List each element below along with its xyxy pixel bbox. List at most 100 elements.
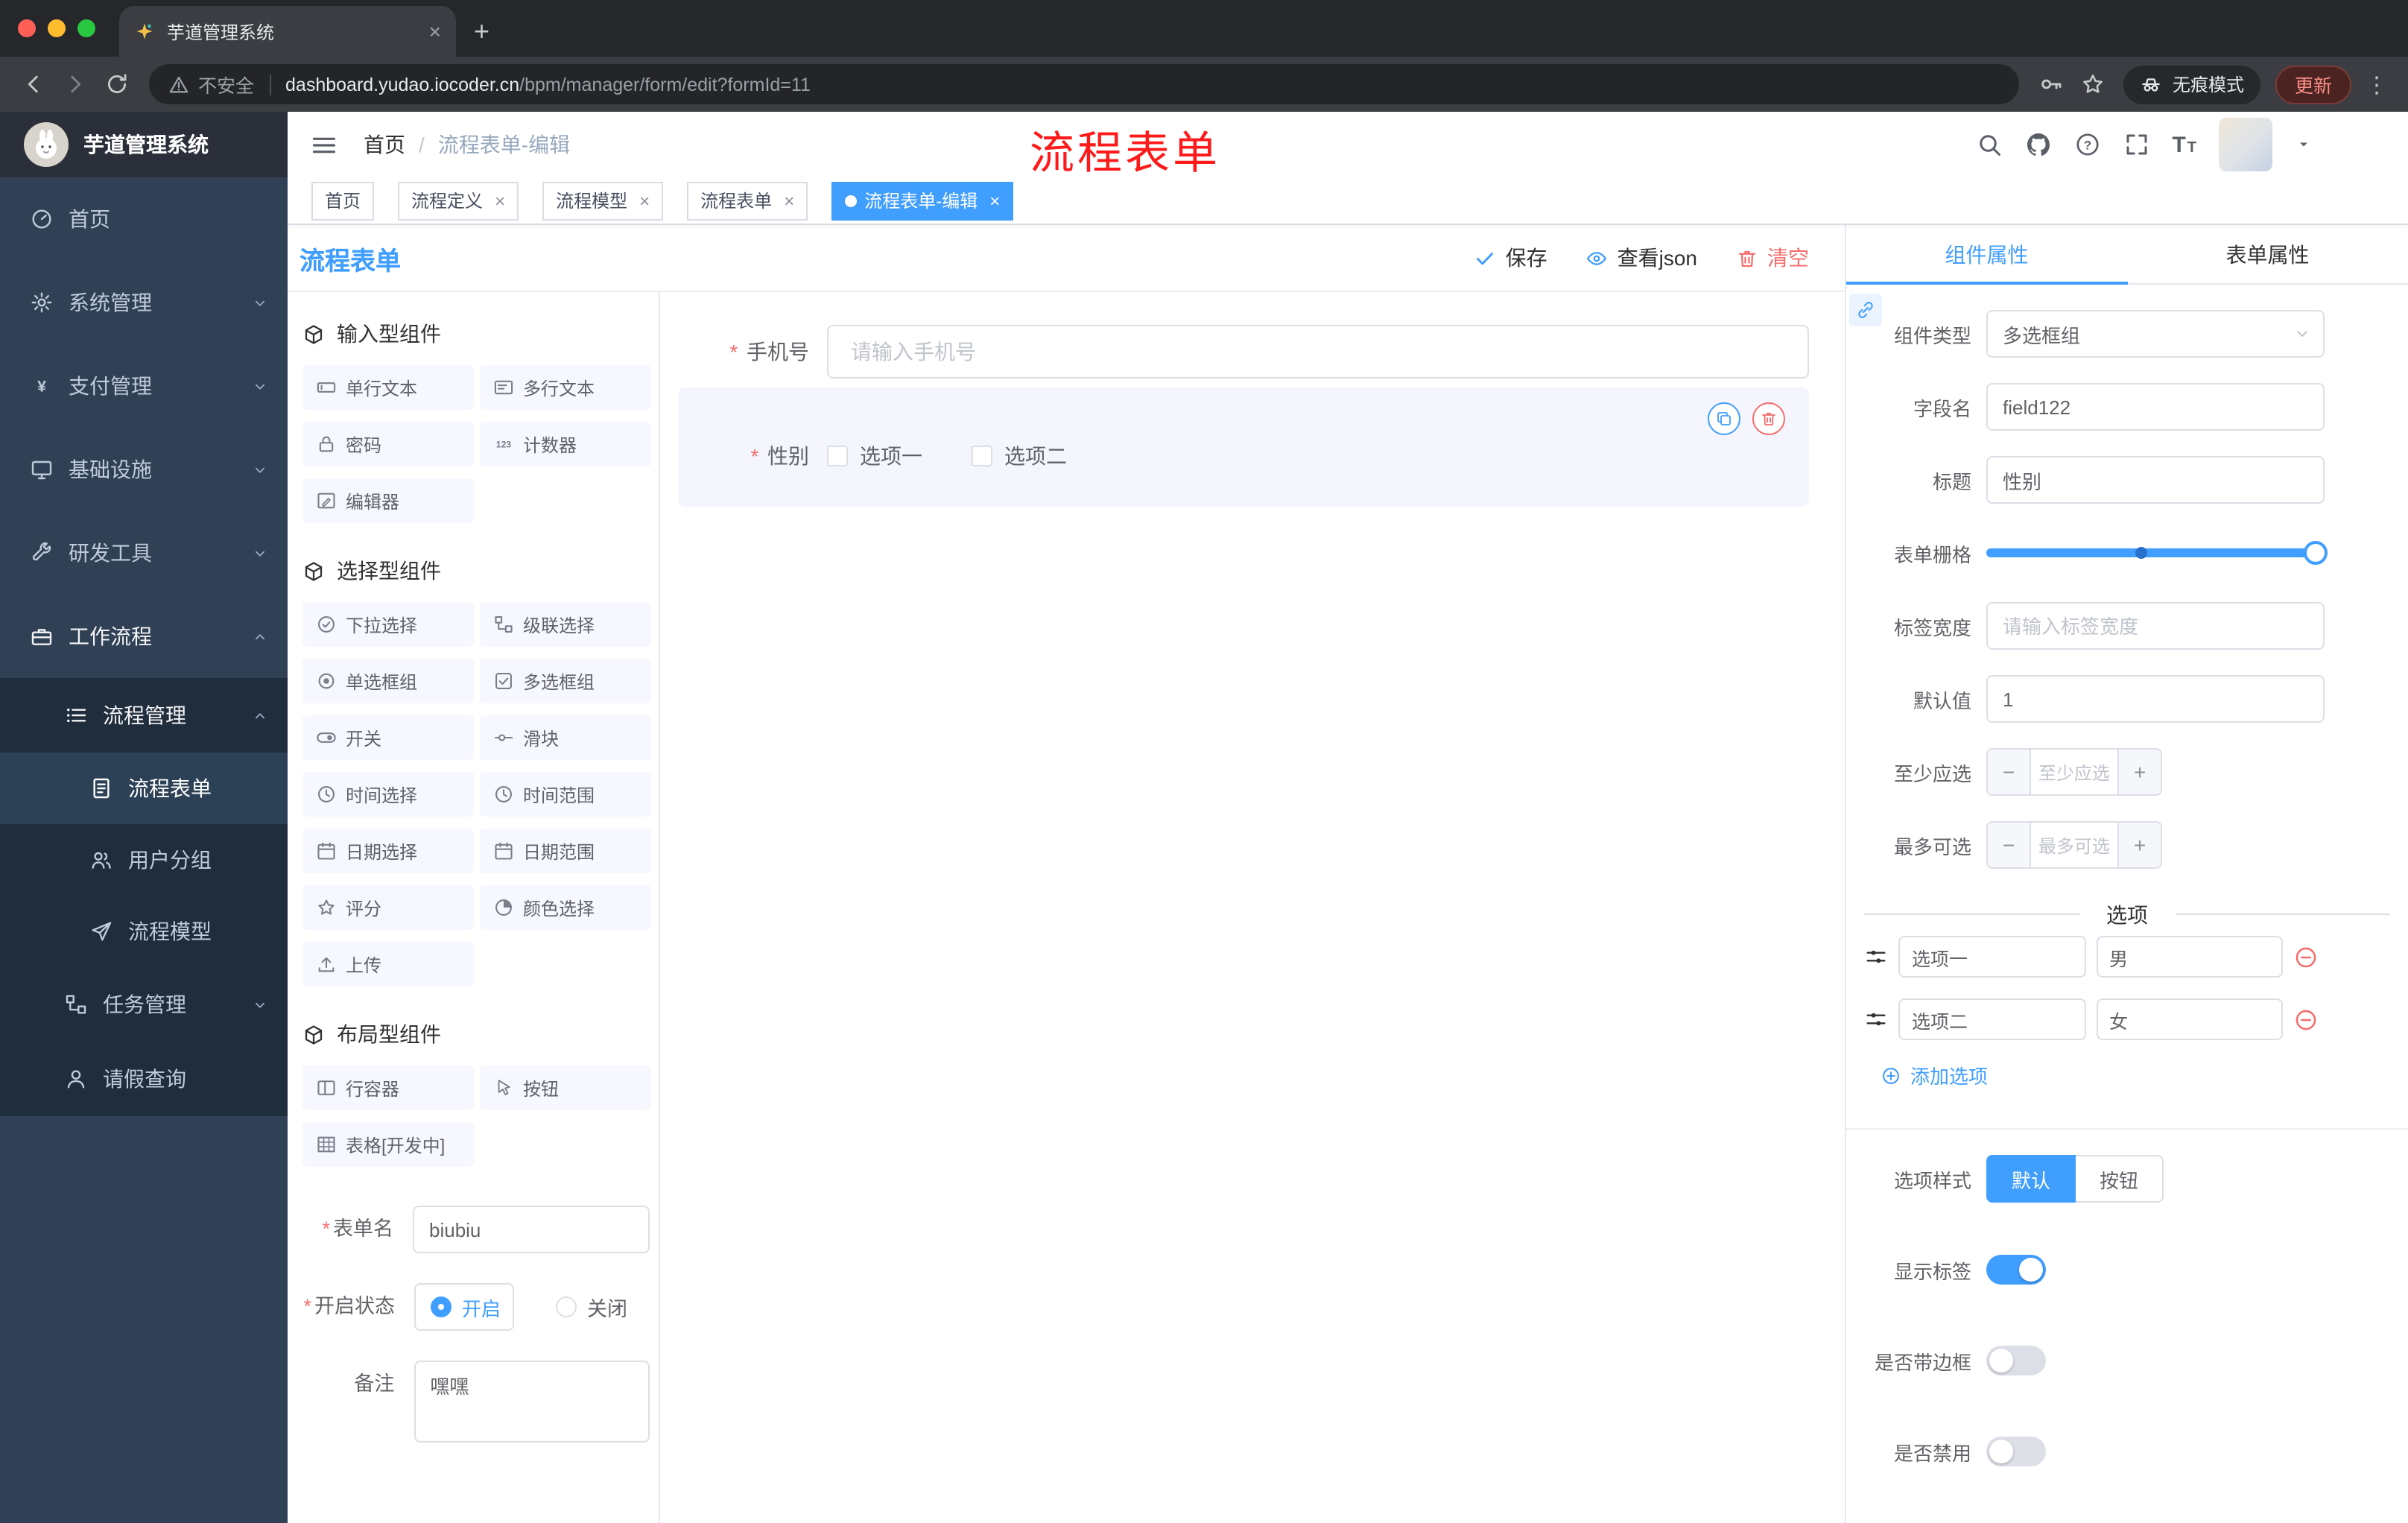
view-json-button[interactable]: 查看json: [1586, 243, 1697, 273]
copy-component-button[interactable]: [1708, 402, 1740, 435]
tag-home[interactable]: 首页: [311, 181, 375, 220]
help-icon[interactable]: [2073, 131, 2100, 158]
status-radio-on[interactable]: 开启: [414, 1283, 515, 1331]
tag-close-icon[interactable]: ×: [989, 191, 1000, 209]
address-bar[interactable]: 不安全 dashboard.yudao.iocoder.cn /bpm/mana…: [149, 64, 2019, 104]
app-logo[interactable]: 芋道管理系统: [0, 112, 288, 177]
style-default-button[interactable]: 默认: [1986, 1155, 2076, 1203]
palette-item-upload[interactable]: 上传: [302, 942, 474, 987]
palette-item-editor[interactable]: 编辑器: [302, 478, 474, 523]
tab-close-icon[interactable]: ×: [429, 21, 441, 42]
sidebar-item-leave-query[interactable]: 请假查询: [0, 1042, 288, 1116]
drag-handle-icon[interactable]: [1864, 1007, 1888, 1031]
palette-item-password[interactable]: 密码: [302, 422, 474, 466]
window-zoom-button[interactable]: [77, 19, 95, 37]
palette-item-slider[interactable]: 滑块: [480, 715, 651, 760]
phone-input[interactable]: [827, 325, 1809, 379]
save-button[interactable]: 保存: [1474, 243, 1547, 273]
title-input[interactable]: [1986, 456, 2325, 504]
palette-item-time-picker[interactable]: 时间选择: [302, 772, 474, 817]
browser-tab[interactable]: 芋道管理系统 ×: [119, 6, 456, 57]
incognito-chip[interactable]: 无痕模式: [2123, 65, 2260, 104]
fullscreen-icon[interactable]: [2123, 131, 2149, 158]
sidebar-item-dev-tools[interactable]: 研发工具: [0, 511, 288, 595]
label-width-input[interactable]: [1986, 602, 2325, 650]
gender-checkbox-option2[interactable]: 选项二: [972, 441, 1067, 471]
bookmark-star-icon[interactable]: [2073, 63, 2114, 105]
option2-value-input[interactable]: [2096, 998, 2283, 1040]
palette-item-checkbox-group[interactable]: 多选框组: [480, 659, 651, 703]
stepper-minus-button[interactable]: −: [1988, 823, 2031, 867]
palette-item-select[interactable]: 下拉选择: [302, 602, 474, 647]
sidebar-item-process-management[interactable]: 流程管理: [0, 678, 288, 753]
sidebar-item-workflow[interactable]: 工作流程: [0, 595, 288, 678]
sidebar-item-payment[interactable]: 支付管理: [0, 344, 288, 428]
option1-value-input[interactable]: [2096, 936, 2283, 978]
palette-item-rate[interactable]: 评分: [302, 885, 474, 930]
form-name-input[interactable]: [413, 1206, 650, 1253]
add-option-button[interactable]: 添加选项: [1881, 1061, 2408, 1089]
browser-menu-icon[interactable]: ⋮: [2357, 63, 2396, 105]
stepper-minus-button[interactable]: −: [1988, 750, 2031, 794]
palette-item-cascader[interactable]: 级联选择: [480, 602, 651, 647]
sidebar-item-process-model[interactable]: 流程模型: [0, 896, 288, 967]
palette-item-time-range[interactable]: 时间范围: [480, 772, 651, 817]
border-switch[interactable]: [1986, 1346, 2046, 1375]
sidebar-item-infrastructure[interactable]: 基础设施: [0, 428, 288, 511]
tag-process-model[interactable]: 流程模型 ×: [542, 181, 664, 220]
tab-component-props[interactable]: 组件属性: [1846, 225, 2127, 285]
sidebar-item-process-form[interactable]: 流程表单: [0, 753, 288, 824]
disabled-switch[interactable]: [1986, 1437, 2046, 1466]
new-tab-button[interactable]: +: [474, 18, 489, 45]
github-icon[interactable]: [2024, 131, 2051, 158]
grid-slider[interactable]: [1986, 541, 2328, 565]
palette-item-radio-group[interactable]: 单选框组: [302, 659, 474, 703]
delete-component-button[interactable]: [1752, 402, 1785, 435]
palette-item-table[interactable]: 表格[开发中]: [302, 1122, 474, 1167]
slider-handle[interactable]: [2304, 541, 2328, 565]
palette-item-date-range[interactable]: 日期范围: [480, 829, 651, 873]
stepper-plus-button[interactable]: +: [2117, 750, 2161, 794]
tag-process-form-edit[interactable]: 流程表单-编辑 ×: [831, 181, 1014, 220]
sidebar-item-user-group[interactable]: 用户分组: [0, 824, 288, 896]
font-size-icon[interactable]: TT: [2172, 133, 2196, 156]
component-type-select[interactable]: 多选框组: [1986, 310, 2325, 358]
palette-item-row-container[interactable]: 行容器: [302, 1066, 474, 1110]
chrome-update-button[interactable]: 更新: [2275, 65, 2351, 104]
breadcrumb-home[interactable]: 首页: [364, 130, 405, 159]
canvas-field-gender-selected[interactable]: * 性别 选项一 选项二: [678, 387, 1809, 507]
clear-button[interactable]: 清空: [1736, 243, 1809, 273]
remove-option-icon[interactable]: [2293, 1007, 2319, 1032]
palette-item-textarea[interactable]: 多行文本: [480, 365, 651, 410]
drag-handle-icon[interactable]: [1864, 945, 1888, 969]
search-icon[interactable]: [1975, 131, 2002, 158]
stepper-plus-button[interactable]: +: [2117, 823, 2161, 867]
sidebar-item-system[interactable]: 系统管理: [0, 261, 288, 344]
tab-form-props[interactable]: 表单属性: [2127, 225, 2408, 283]
option2-name-input[interactable]: [1898, 998, 2085, 1040]
tag-close-icon[interactable]: ×: [784, 191, 794, 209]
tag-close-icon[interactable]: ×: [639, 191, 650, 209]
window-minimize-button[interactable]: [48, 19, 66, 37]
show-label-switch[interactable]: [1986, 1255, 2046, 1285]
avatar-caret-icon[interactable]: [2295, 136, 2313, 153]
palette-item-button[interactable]: 按钮: [480, 1066, 651, 1110]
sidebar-item-task-management[interactable]: 任务管理: [0, 967, 288, 1042]
tag-process-definition[interactable]: 流程定义 ×: [398, 181, 519, 220]
status-radio-off[interactable]: 关闭: [556, 1292, 627, 1322]
back-button[interactable]: [12, 63, 54, 105]
style-button-button[interactable]: 按钮: [2076, 1155, 2164, 1203]
avatar[interactable]: [2219, 118, 2272, 171]
forward-button[interactable]: [54, 63, 95, 105]
tag-close-icon[interactable]: ×: [495, 191, 505, 209]
reload-button[interactable]: [95, 63, 137, 105]
palette-item-color-picker[interactable]: 颜色选择: [480, 885, 651, 930]
remove-option-icon[interactable]: [2293, 944, 2319, 969]
min-select-value[interactable]: 至少应选: [2031, 750, 2117, 794]
sidebar-item-home[interactable]: 首页: [0, 177, 288, 261]
password-key-icon[interactable]: [2031, 63, 2073, 105]
hamburger-icon[interactable]: [310, 130, 338, 159]
field-name-input[interactable]: [1986, 383, 2325, 431]
palette-item-date-picker[interactable]: 日期选择: [302, 829, 474, 873]
max-select-value[interactable]: 最多可选: [2031, 823, 2117, 867]
